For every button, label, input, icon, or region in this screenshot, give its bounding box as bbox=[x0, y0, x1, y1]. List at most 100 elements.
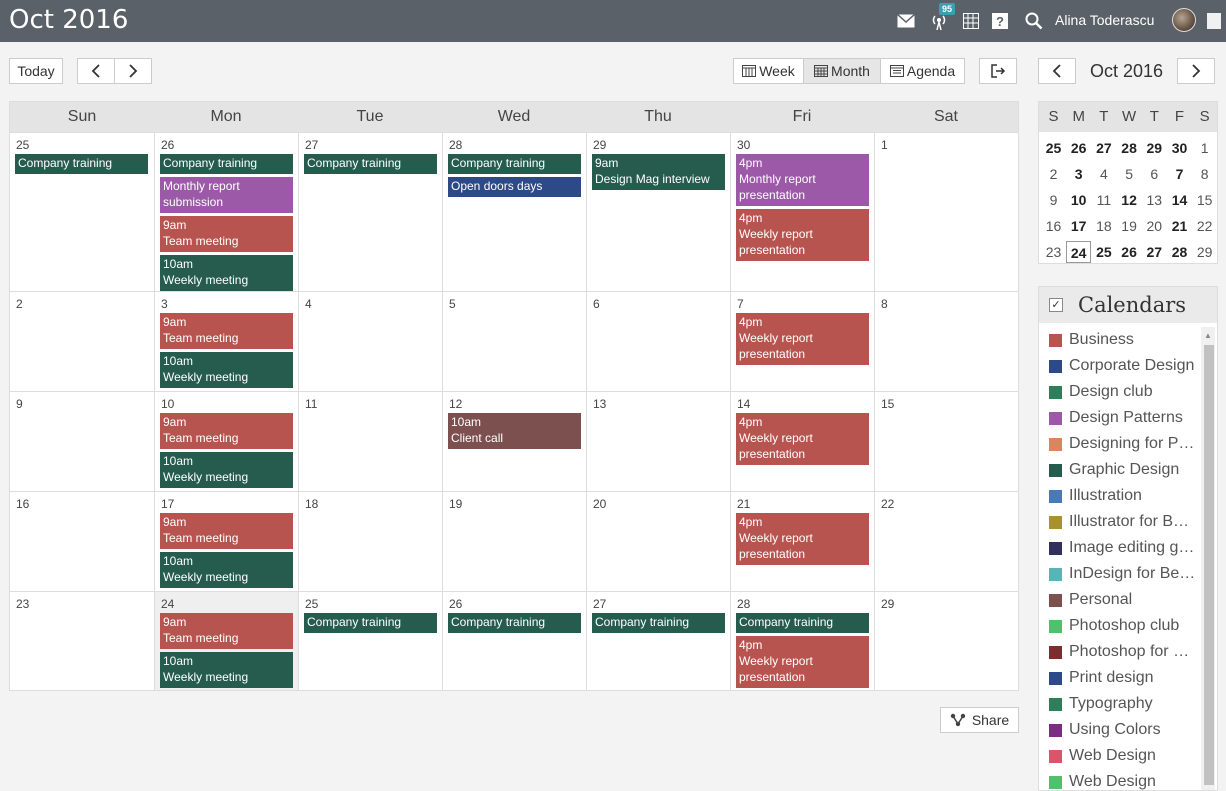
event[interactable]: 9am Team meeting bbox=[160, 513, 293, 549]
event[interactable]: Company training bbox=[304, 613, 437, 633]
day-cell[interactable]: 16 bbox=[10, 492, 154, 591]
mail-icon[interactable] bbox=[896, 11, 916, 31]
day-cell[interactable]: 30 4pm Monthly report presentation 4pm Weekl… bbox=[730, 133, 874, 291]
day-cell[interactable]: 5 bbox=[442, 292, 586, 391]
mini-day[interactable]: 29 bbox=[1192, 241, 1217, 263]
mini-day[interactable]: 5 bbox=[1117, 163, 1142, 185]
prev-month-button[interactable] bbox=[77, 58, 115, 84]
day-cell[interactable]: 12 10am Client call bbox=[442, 392, 586, 491]
mini-day[interactable]: 1 bbox=[1192, 137, 1217, 159]
day-cell[interactable]: 1 bbox=[874, 133, 1018, 291]
day-cell[interactable]: 7 4pm Weekly report presentation bbox=[730, 292, 874, 391]
event[interactable]: 10am Weekly meeting bbox=[160, 652, 293, 688]
day-cell[interactable]: 6 bbox=[586, 292, 730, 391]
mini-day[interactable]: 26 bbox=[1117, 241, 1142, 263]
day-cell[interactable]: 14 4pm Weekly report presentation bbox=[730, 392, 874, 491]
event[interactable]: 9am Team meeting bbox=[160, 216, 293, 252]
day-cell[interactable]: 4 bbox=[298, 292, 442, 391]
day-cell[interactable]: 9 bbox=[10, 392, 154, 491]
mini-day[interactable]: 9 bbox=[1041, 189, 1066, 211]
mini-day[interactable]: 15 bbox=[1192, 189, 1217, 211]
day-cell[interactable]: 26 Company training Monthly report submiss… bbox=[154, 133, 298, 291]
calendar-item[interactable]: Web Design bbox=[1049, 745, 1199, 767]
day-cell[interactable]: 20 bbox=[586, 492, 730, 591]
calendar-item[interactable]: Illustration bbox=[1049, 485, 1199, 507]
calendar-item[interactable]: InDesign for Beginners bbox=[1049, 563, 1199, 585]
event[interactable]: Monthly report submission bbox=[160, 177, 293, 213]
month-view-button[interactable]: Month bbox=[804, 59, 881, 83]
calendar-item[interactable]: Print design bbox=[1049, 667, 1199, 689]
event[interactable]: Company training bbox=[736, 613, 869, 633]
menu-icon[interactable] bbox=[1203, 11, 1221, 31]
calendar-item[interactable]: Using Colors bbox=[1049, 719, 1199, 741]
event[interactable]: 10am Weekly meeting bbox=[160, 352, 293, 388]
event[interactable]: Company training bbox=[448, 154, 581, 174]
mini-day[interactable]: 7 bbox=[1167, 163, 1192, 185]
event[interactable]: 4pm Weekly report presentation bbox=[736, 513, 869, 565]
event[interactable]: 9am Team meeting bbox=[160, 613, 293, 649]
calendar-item[interactable]: Business bbox=[1049, 329, 1199, 351]
event[interactable]: 4pm Weekly report presentation bbox=[736, 209, 869, 261]
calendar-item[interactable]: Web Design bbox=[1049, 771, 1199, 790]
day-cell[interactable]: 19 bbox=[442, 492, 586, 591]
calendar-grid-icon[interactable] bbox=[961, 11, 981, 31]
agenda-view-button[interactable]: Agenda bbox=[881, 59, 964, 83]
mini-day[interactable]: 22 bbox=[1192, 215, 1217, 237]
mini-day[interactable]: 8 bbox=[1192, 163, 1217, 185]
mini-day[interactable]: 2 bbox=[1041, 163, 1066, 185]
mini-day[interactable]: 23 bbox=[1041, 241, 1066, 263]
today-button[interactable]: Today bbox=[9, 58, 63, 84]
avatar[interactable] bbox=[1172, 8, 1196, 32]
calendar-item[interactable]: Design Patterns bbox=[1049, 407, 1199, 429]
event[interactable]: 10am Client call bbox=[448, 413, 581, 449]
calendar-item[interactable]: Photoshop for Beginners bbox=[1049, 641, 1199, 663]
mini-day[interactable]: 3 bbox=[1066, 163, 1091, 185]
calendar-item[interactable]: Photoshop club bbox=[1049, 615, 1199, 637]
mini-day[interactable]: 10 bbox=[1066, 189, 1091, 211]
event[interactable]: 9am Team meeting bbox=[160, 413, 293, 449]
calendar-item[interactable]: Personal bbox=[1049, 589, 1199, 611]
mini-day[interactable]: 25 bbox=[1041, 137, 1066, 159]
day-cell[interactable]: 25 Company training bbox=[10, 133, 154, 291]
mini-day[interactable]: 25 bbox=[1091, 241, 1116, 263]
calendar-item[interactable]: Image editing group bbox=[1049, 537, 1199, 559]
calendar-item[interactable]: Illustrator for Beginners bbox=[1049, 511, 1199, 533]
calendar-item[interactable]: Design club bbox=[1049, 381, 1199, 403]
mini-day[interactable]: 18 bbox=[1091, 215, 1116, 237]
day-cell[interactable]: 2 bbox=[10, 292, 154, 391]
day-cell[interactable]: 21 4pm Weekly report presentation bbox=[730, 492, 874, 591]
day-cell[interactable]: 26 Company training bbox=[442, 592, 586, 690]
mini-prev-button[interactable] bbox=[1038, 58, 1076, 84]
mini-day[interactable]: 28 bbox=[1117, 137, 1142, 159]
calendar-item[interactable]: Designing for Print bbox=[1049, 433, 1199, 455]
mini-day[interactable]: 4 bbox=[1091, 163, 1116, 185]
event[interactable]: Open doors days bbox=[448, 177, 581, 197]
day-cell[interactable]: 27 Company training bbox=[586, 592, 730, 690]
next-month-button[interactable] bbox=[114, 58, 152, 84]
scroll-up-icon[interactable]: ▲ bbox=[1204, 331, 1212, 340]
day-cell[interactable]: 29 bbox=[874, 592, 1018, 690]
event[interactable]: 9am Team meeting bbox=[160, 313, 293, 349]
day-cell[interactable]: 15 bbox=[874, 392, 1018, 491]
day-cell[interactable]: 29 9am Design Mag interview bbox=[586, 133, 730, 291]
calendar-item[interactable]: Corporate Design bbox=[1049, 355, 1199, 377]
mini-day[interactable]: 20 bbox=[1142, 215, 1167, 237]
day-cell[interactable]: 17 9am Team meeting 10am Weekly meeting bbox=[154, 492, 298, 591]
mini-day[interactable]: 6 bbox=[1142, 163, 1167, 185]
mini-next-button[interactable] bbox=[1177, 58, 1215, 84]
event[interactable]: 4pm Weekly report presentation bbox=[736, 413, 869, 465]
mini-day[interactable]: 21 bbox=[1167, 215, 1192, 237]
day-cell[interactable]: 22 bbox=[874, 492, 1018, 591]
help-icon[interactable]: ? bbox=[990, 11, 1010, 31]
day-cell[interactable]: 25 Company training bbox=[298, 592, 442, 690]
share-button[interactable]: Share bbox=[940, 707, 1019, 733]
mini-day[interactable]: 19 bbox=[1117, 215, 1142, 237]
event[interactable]: Company training bbox=[160, 154, 293, 174]
day-cell[interactable]: 28 Company training 4pm Weekly report prese… bbox=[730, 592, 874, 690]
event[interactable]: 10am Weekly meeting bbox=[160, 255, 293, 291]
mini-day[interactable]: 26 bbox=[1066, 137, 1091, 159]
event[interactable]: 4pm Weekly report presentation bbox=[736, 313, 869, 365]
calendar-item[interactable]: Graphic Design bbox=[1049, 459, 1199, 481]
sidebar-toggle-button[interactable] bbox=[979, 58, 1017, 84]
day-cell[interactable]: 23 bbox=[10, 592, 154, 690]
